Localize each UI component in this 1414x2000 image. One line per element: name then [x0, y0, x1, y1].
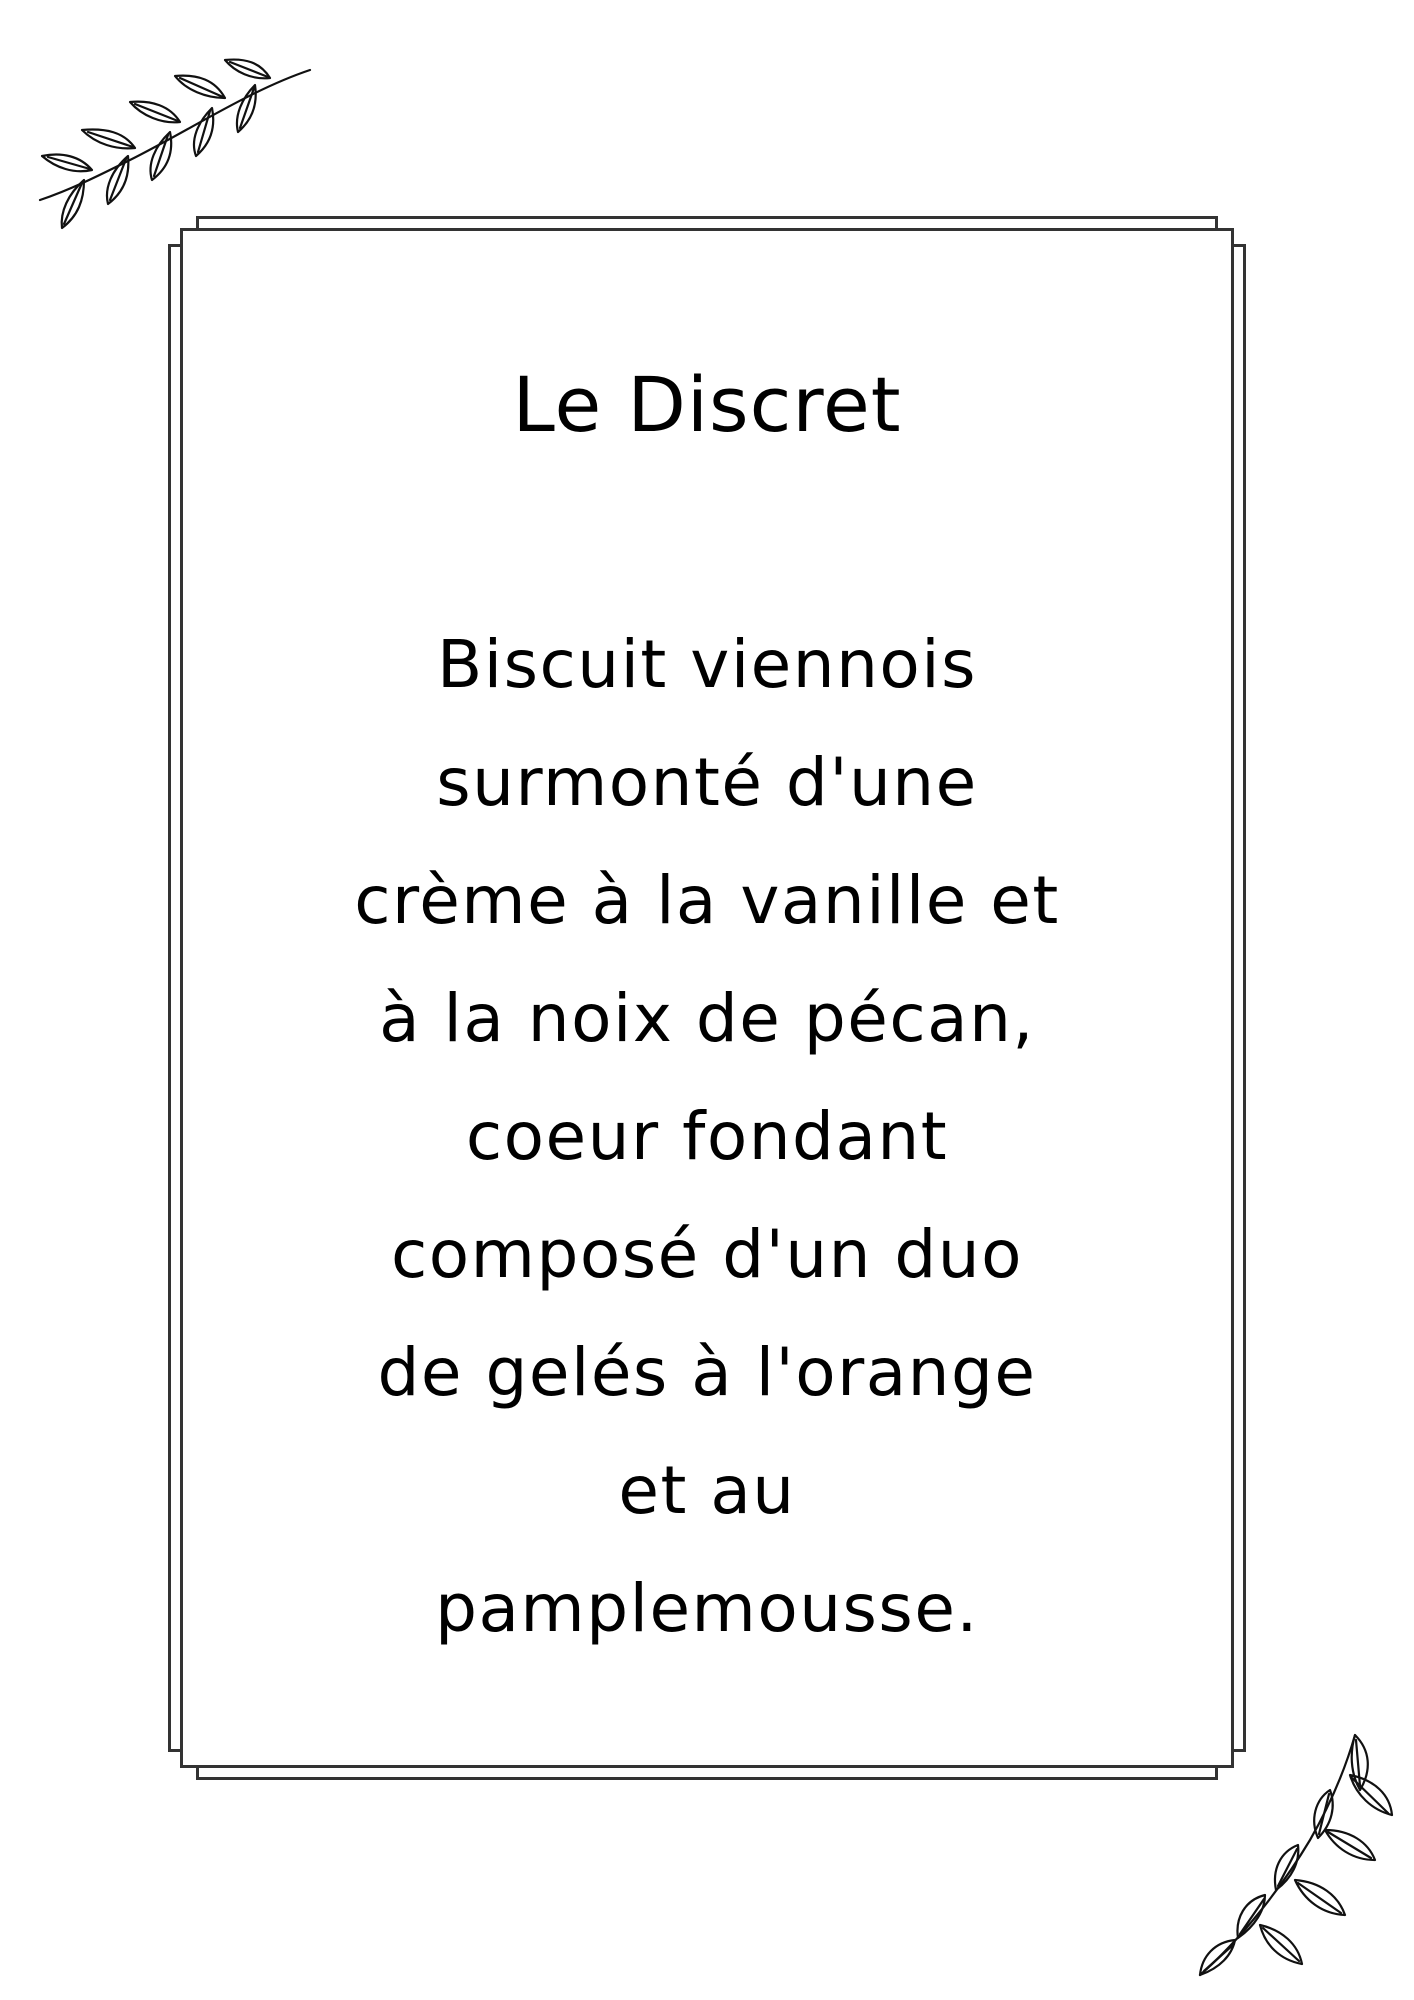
leaf-sprig-icon [1198, 1733, 1394, 1977]
description-line: coeur fondant [465, 1098, 949, 1175]
description-line: de gelés à l'orange [377, 1334, 1037, 1411]
description-line: à la noix de pécan, [379, 980, 1035, 1057]
description-line: et au [618, 1452, 796, 1529]
description-line: surmonté d'une [436, 744, 978, 821]
description-line: Biscuit viennois [436, 626, 978, 703]
description-line: pamplemousse. [435, 1570, 979, 1647]
card-description: Biscuit viennois surmonté d'une crème à … [290, 606, 1124, 1668]
description-line: composé d'un duo [391, 1216, 1023, 1293]
card-title: Le Discret [512, 360, 902, 449]
card-content: Le Discret Biscuit viennois surmonté d'u… [290, 350, 1124, 1668]
description-line: crème à la vanille et [354, 862, 1060, 939]
